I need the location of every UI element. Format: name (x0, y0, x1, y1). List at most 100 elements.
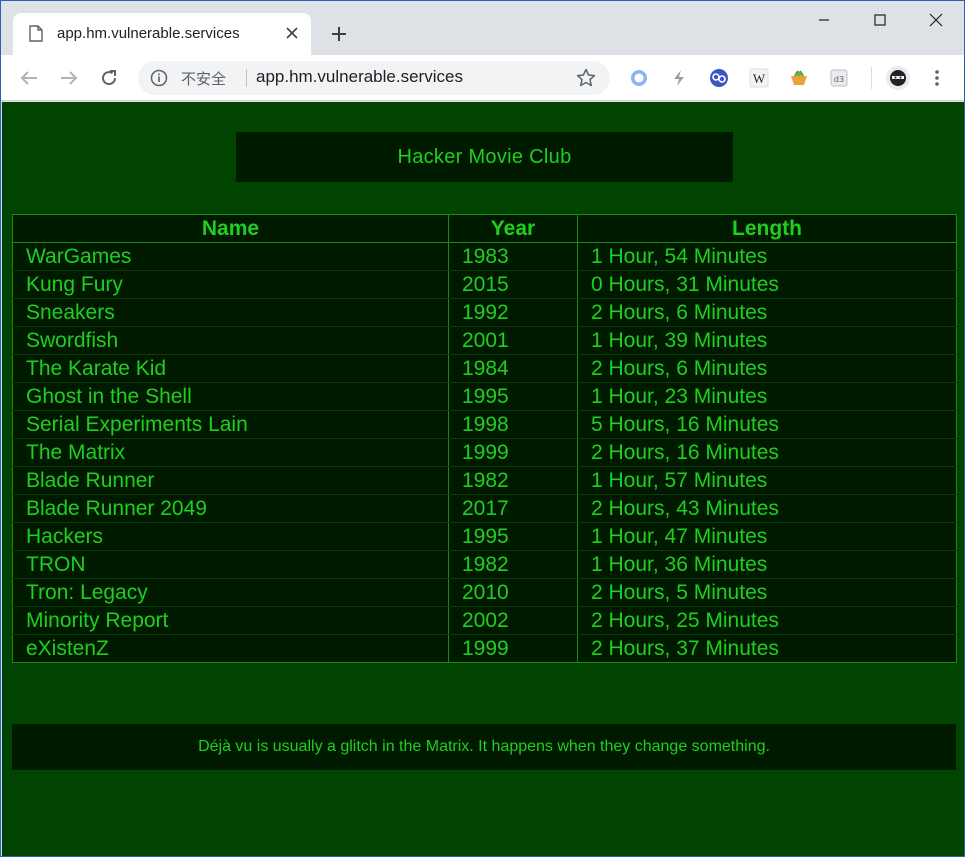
svg-text:W: W (753, 71, 766, 86)
movie-year: 2001 (448, 326, 578, 355)
page-footer: Déjà vu is usually a glitch in the Matri… (12, 724, 956, 770)
movie-length: 2 Hours, 43 Minutes (577, 494, 957, 523)
bookmark-star-icon[interactable] (576, 68, 596, 88)
movie-year: 1995 (448, 382, 578, 411)
movie-name: The Matrix (12, 438, 449, 467)
movie-name: Swordfish (12, 326, 449, 355)
page-header: Hacker Movie Club (236, 132, 733, 182)
table-row: Blade Runner 2049 2017 2 Hours, 43 Minutes (12, 494, 957, 523)
new-tab-icon[interactable] (327, 22, 351, 46)
table-header-row: Name Year Length (12, 214, 957, 243)
back-icon[interactable] (13, 62, 45, 94)
movie-length: 2 Hours, 16 Minutes (577, 438, 957, 467)
profile-avatar-icon[interactable] (886, 66, 910, 90)
movie-length: 5 Hours, 16 Minutes (577, 410, 957, 439)
movie-year: 1992 (448, 298, 578, 327)
extension-bolt-icon[interactable] (667, 66, 691, 90)
movie-year: 1982 (448, 550, 578, 579)
movie-year: 2015 (448, 270, 578, 299)
movie-name: Hackers (12, 522, 449, 551)
table-row: Serial Experiments Lain 1998 5 Hours, 16 M… (12, 410, 957, 439)
table-row: Tron: Legacy 2010 2 Hours, 5 Minutes (12, 578, 957, 607)
movie-name: Minority Report (12, 606, 449, 635)
movie-length: 0 Hours, 31 Minutes (577, 270, 957, 299)
movie-length: 2 Hours, 6 Minutes (577, 298, 957, 327)
url-text[interactable]: app.hm.vulnerable.services (256, 67, 463, 87)
svg-text:d3: d3 (834, 75, 844, 84)
movie-name: Blade Runner 2049 (12, 494, 449, 523)
movie-name: Ghost in the Shell (12, 382, 449, 411)
movie-length: 2 Hours, 25 Minutes (577, 606, 957, 635)
omnibox-divider (246, 69, 247, 87)
maximize-icon[interactable] (852, 1, 908, 39)
movies-table: Name Year Length WarGames 1983 1 Hour, 54 … (12, 214, 957, 663)
movie-length: 1 Hour, 54 Minutes (577, 242, 957, 271)
table-row: Minority Report 2002 2 Hours, 25 Minutes (12, 606, 957, 635)
page-icon (29, 25, 43, 42)
movie-length: 1 Hour, 36 Minutes (577, 550, 957, 579)
extension-d3-icon[interactable]: d3 (827, 66, 851, 90)
movie-length: 2 Hours, 6 Minutes (577, 354, 957, 383)
table-row: Blade Runner 1982 1 Hour, 57 Minutes (12, 466, 957, 495)
table-row: The Karate Kid 1984 2 Hours, 6 Minutes (12, 354, 957, 383)
column-header-length: Length (577, 214, 957, 243)
close-tab-icon[interactable] (281, 22, 303, 44)
movie-length: 1 Hour, 57 Minutes (577, 466, 957, 495)
extension-globe-icon[interactable] (707, 66, 731, 90)
movie-year: 1995 (448, 522, 578, 551)
extension-wikipedia-icon[interactable]: W (747, 66, 771, 90)
movie-name: Sneakers (12, 298, 449, 327)
movie-year: 1999 (448, 438, 578, 467)
toolbar-divider (871, 67, 872, 89)
browser-tab[interactable]: app.hm.vulnerable.services (13, 13, 311, 55)
table-row: Ghost in the Shell 1995 1 Hour, 23 Minutes (12, 382, 957, 411)
table-row: WarGames 1983 1 Hour, 54 Minutes (12, 242, 957, 271)
table-row: Sneakers 1992 2 Hours, 6 Minutes (12, 298, 957, 327)
close-window-icon[interactable] (908, 1, 964, 39)
movie-year: 1982 (448, 466, 578, 495)
movie-length: 1 Hour, 23 Minutes (577, 382, 957, 411)
browser-toolbar: 不安全 app.hm.vulnerable.services W d3 (1, 55, 964, 101)
table-row: Kung Fury 2015 0 Hours, 31 Minutes (12, 270, 957, 299)
security-label[interactable]: 不安全 (181, 68, 226, 89)
movie-year: 1999 (448, 634, 578, 663)
browser-window: app.hm.vulnerable.services 不安全 app.hm.vu… (0, 0, 965, 857)
movie-name: Serial Experiments Lain (12, 410, 449, 439)
movie-length: 2 Hours, 37 Minutes (577, 634, 957, 663)
movie-year: 1983 (448, 242, 578, 271)
extension-basket-icon[interactable] (787, 66, 811, 90)
movie-name: Kung Fury (12, 270, 449, 299)
table-row: TRON 1982 1 Hour, 36 Minutes (12, 550, 957, 579)
address-bar[interactable]: 不安全 app.hm.vulnerable.services (138, 61, 610, 95)
table-row: eXistenZ 1999 2 Hours, 37 Minutes (12, 634, 957, 663)
movie-length: 2 Hours, 5 Minutes (577, 578, 957, 607)
movie-year: 2010 (448, 578, 578, 607)
forward-icon[interactable] (53, 62, 85, 94)
tab-title: app.hm.vulnerable.services (57, 25, 240, 42)
movie-year: 2017 (448, 494, 578, 523)
table-row: Hackers 1995 1 Hour, 47 Minutes (12, 522, 957, 551)
page-content: Hacker Movie Club Name Year Length WarGa… (2, 102, 964, 856)
movie-name: Tron: Legacy (12, 578, 449, 607)
footer-quote: Déjà vu is usually a glitch in the Matri… (198, 738, 770, 755)
reload-icon[interactable] (93, 62, 125, 94)
info-icon[interactable] (150, 69, 168, 87)
movie-name: Blade Runner (12, 466, 449, 495)
table-row: Swordfish 2001 1 Hour, 39 Minutes (12, 326, 957, 355)
column-header-year: Year (448, 214, 578, 243)
movie-name: eXistenZ (12, 634, 449, 663)
table-row: The Matrix 1999 2 Hours, 16 Minutes (12, 438, 957, 467)
movie-name: TRON (12, 550, 449, 579)
movie-name: The Karate Kid (12, 354, 449, 383)
page-title: Hacker Movie Club (397, 145, 572, 168)
movie-length: 1 Hour, 47 Minutes (577, 522, 957, 551)
menu-kebab-icon[interactable] (925, 66, 949, 90)
movie-year: 1984 (448, 354, 578, 383)
minimize-icon[interactable] (796, 1, 852, 39)
column-header-name: Name (12, 214, 449, 243)
movie-name: WarGames (12, 242, 449, 271)
movie-year: 2002 (448, 606, 578, 635)
movie-year: 1998 (448, 410, 578, 439)
extension-circle-icon[interactable] (627, 66, 651, 90)
movie-length: 1 Hour, 39 Minutes (577, 326, 957, 355)
